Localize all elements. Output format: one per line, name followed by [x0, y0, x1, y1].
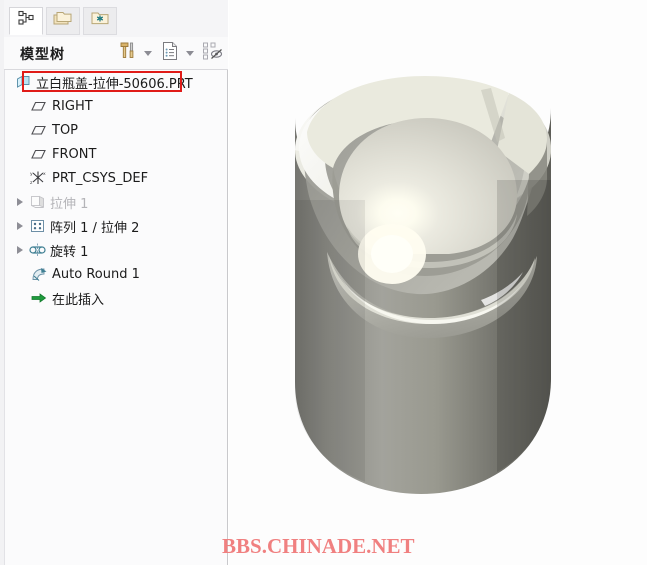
pattern-icon [27, 219, 47, 233]
tree-item-label: 阵列 1 / 拉伸 2 [50, 220, 140, 236]
tree-item-label: RIGHT [52, 98, 93, 114]
coordinate-system-icon: y z x [29, 170, 49, 186]
chevron-right-icon [17, 222, 23, 230]
part-cube-icon [13, 75, 33, 89]
svg-text:x: x [43, 172, 46, 177]
hammer-screwdriver-icon [118, 41, 138, 66]
display-button[interactable] [158, 41, 182, 66]
panel-title: 模型树 [20, 47, 65, 63]
3d-graphics-area[interactable] [229, 0, 647, 565]
document-list-icon [161, 41, 179, 66]
datum-plane-icon [29, 148, 49, 161]
tree-item-datum-top[interactable]: TOP [5, 118, 227, 142]
model-tree-list[interactable]: 立白瓶盖-拉伸-50606.PRT RIGHT TOP FRONT y z x … [5, 70, 227, 565]
tab-model-tree[interactable] [9, 7, 43, 35]
cad-model-render [295, 76, 551, 494]
tree-item-revolve-1[interactable]: 旋转 1 [5, 238, 227, 262]
tree-item-insert-here[interactable]: 在此插入 [5, 286, 227, 310]
extrude-icon [27, 195, 47, 209]
tree-item-part-root[interactable]: 立白瓶盖-拉伸-50606.PRT [5, 70, 227, 94]
chevron-down-icon [186, 51, 194, 56]
tree-item-coordinate-system[interactable]: y z x PRT_CSYS_DEF [5, 166, 227, 190]
tree-item-datum-right[interactable]: RIGHT [5, 94, 227, 118]
tree-item-label: 在此插入 [52, 292, 105, 308]
settings-button[interactable] [116, 41, 140, 66]
filter-button[interactable] [200, 41, 226, 66]
tree-item-label: FRONT [52, 146, 97, 162]
model-tree-icon [17, 10, 35, 32]
chevron-down-icon [144, 51, 152, 56]
expand-toggle[interactable] [13, 246, 27, 254]
tab-favorites[interactable] [83, 7, 117, 35]
tree-item-pattern-1[interactable]: 阵列 1 / 拉伸 2 [5, 214, 227, 238]
datum-plane-icon [29, 100, 49, 113]
tree-item-label: TOP [52, 122, 79, 138]
folder-browser-icon [53, 10, 73, 32]
tree-item-label: PRT_CSYS_DEF [52, 170, 149, 186]
tab-folder-browser[interactable] [46, 7, 80, 35]
settings-dropdown-button[interactable] [140, 41, 156, 66]
datum-plane-icon [29, 124, 49, 137]
model-tree-panel: 模型树 立白瓶盖-拉伸-50606.PRT RIGHT TOP FRONT y … [0, 0, 228, 565]
svg-text:y: y [30, 172, 33, 177]
tree-item-label: 立白瓶盖-拉伸-50606.PRT [36, 76, 193, 92]
watermark-text: BBS.CHINADE.NET [222, 534, 415, 558]
tree-item-label: 旋转 1 [50, 244, 89, 260]
tree-hidden-eye-icon [202, 41, 224, 66]
chevron-right-icon [17, 198, 23, 206]
revolve-icon [27, 243, 47, 257]
tree-item-label: 拉伸 1 [50, 196, 89, 212]
expand-toggle[interactable] [13, 222, 27, 230]
tree-item-auto-round-1[interactable]: Auto Round 1 [5, 262, 227, 286]
chevron-right-icon [17, 246, 23, 254]
auto-round-icon [29, 267, 49, 282]
tree-item-extrude-1[interactable]: 拉伸 1 [5, 190, 227, 214]
tree-item-datum-front[interactable]: FRONT [5, 142, 227, 166]
tree-item-label: Auto Round 1 [52, 266, 140, 282]
expand-toggle[interactable] [13, 198, 27, 206]
display-dropdown-button[interactable] [182, 41, 198, 66]
svg-text:z: z [30, 181, 33, 186]
model-tree-header: 模型树 [4, 37, 228, 70]
insert-here-arrow-icon [29, 291, 49, 305]
favorites-folder-icon [90, 10, 110, 32]
dome-specular-core [371, 235, 413, 273]
panel-tab-strip [4, 0, 228, 38]
